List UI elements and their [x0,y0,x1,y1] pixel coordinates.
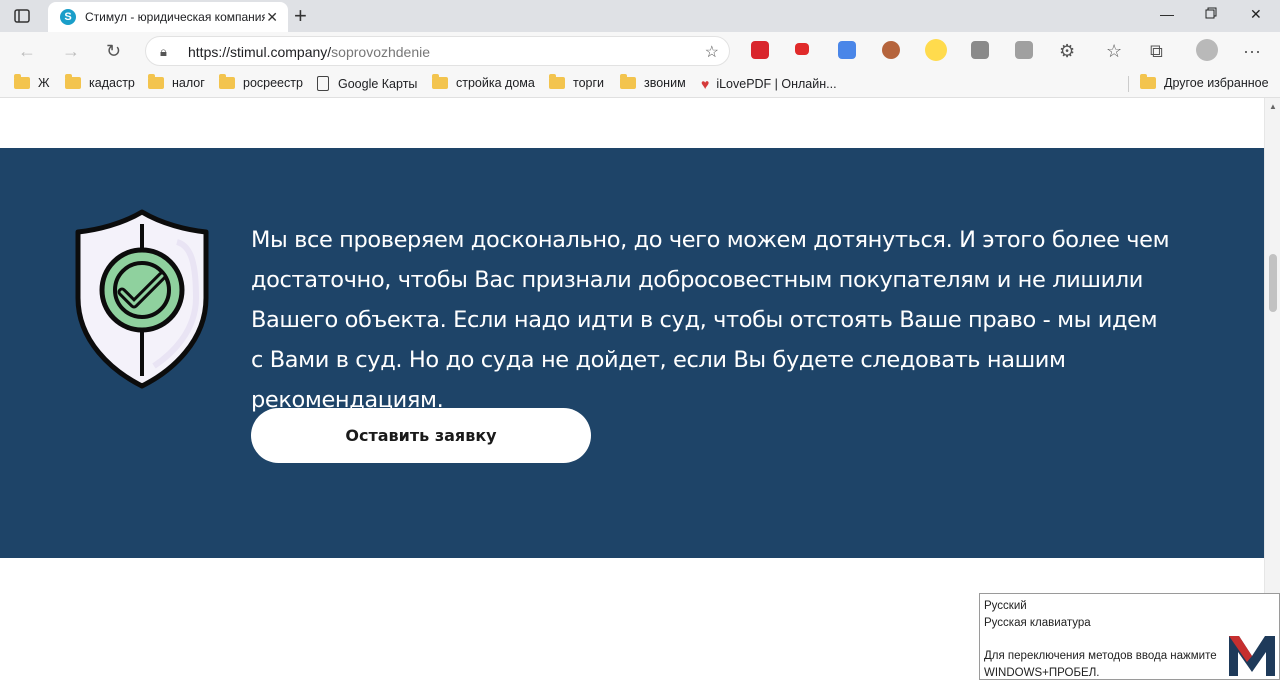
bookmark-folder[interactable]: налог [148,74,205,90]
tab-title: Стимул - юридическая компания [85,10,265,24]
collections-ext-icon[interactable] [1015,41,1033,59]
bookmark-folder[interactable]: Ж [14,74,50,90]
forward-icon[interactable]: → [62,41,80,62]
ime-keyboard: Русская клавиатура [984,617,1091,629]
shield-check-icon [75,209,209,389]
site-favicon-icon: S [60,9,76,25]
yandex-icon[interactable] [925,39,947,61]
folder-icon [65,74,81,89]
more-menu-icon[interactable]: ··· [1243,41,1261,62]
tab-close-icon[interactable]: ✕ [266,9,278,26]
m-logo-icon [1229,636,1275,676]
extension-mail-icon[interactable] [795,43,809,55]
folder-icon [620,74,636,89]
bookmark-folder[interactable]: росреестр [219,74,303,90]
page-icon [317,76,329,91]
heart-icon: ♥ [701,76,710,92]
bookmark-folder[interactable]: кадастр [65,74,135,90]
folder-icon [432,74,448,89]
minimize-icon[interactable]: — [1160,6,1174,22]
folder-icon [148,74,164,89]
folder-icon [549,74,565,89]
bookmark-ilovepdf[interactable]: ♥ iLovePDF | Онлайн... [701,76,837,92]
collections-icon[interactable]: ⧉ [1150,41,1163,62]
extension-red-icon[interactable] [751,41,769,59]
bookmark-folder[interactable]: торги [549,74,604,90]
bookmark-other-folder[interactable]: Другое избранное [1140,74,1269,90]
window-close-icon[interactable]: ✕ [1250,6,1262,23]
extensions-icon[interactable]: ⚙ [1059,41,1075,62]
bookmark-folder[interactable]: стройка дома [432,74,535,90]
tab-strip: S Стимул - юридическая компания ✕ + — ✕ [0,0,1280,32]
new-tab-icon[interactable]: + [294,3,307,29]
back-icon[interactable]: ← [18,41,36,62]
bookmark-page[interactable]: Google Карты [317,76,417,91]
folder-icon [219,74,235,89]
lock-icon[interactable]: 🔒︎ [160,44,167,60]
folder-icon [14,74,30,89]
reload-icon[interactable]: ↻ [106,41,121,62]
address-bar[interactable]: 🔒︎ https://stimul.company/soprovozhdenie… [145,36,730,66]
extension-p-icon[interactable] [971,41,989,59]
ime-language: Русский [984,600,1027,612]
submit-request-button[interactable]: Оставить заявку [251,408,591,463]
restore-icon[interactable] [1205,6,1217,22]
active-tab[interactable]: S Стимул - юридическая компания ✕ [48,2,288,32]
scrollbar-thumb[interactable] [1269,254,1277,312]
add-favorite-icon[interactable]: ☆ [705,42,719,62]
profile-avatar-icon[interactable] [1196,39,1218,61]
bookmarks-bar: Ж кадастр налог росреестр Google Карты с… [0,70,1280,98]
hero-paragraph: Мы все проверяем досконально, до чего мо… [251,227,1170,413]
scroll-up-icon[interactable]: ▲ [1269,102,1277,111]
bookmark-divider [1128,76,1129,92]
url-text: https://stimul.company/soprovozhdenie [188,44,431,60]
folder-icon [1140,74,1156,89]
translate-icon[interactable] [838,41,856,59]
bookmark-folder[interactable]: звоним [620,74,686,90]
extension-avatar-icon[interactable] [882,41,900,59]
tab-actions-icon[interactable] [12,7,32,25]
favorites-icon[interactable]: ☆ [1106,41,1122,62]
hero-section: Мы все проверяем досконально, до чего мо… [0,148,1264,558]
navigation-bar: ← → ↻ 🔒︎ https://stimul.company/soprovoz… [0,32,1280,70]
